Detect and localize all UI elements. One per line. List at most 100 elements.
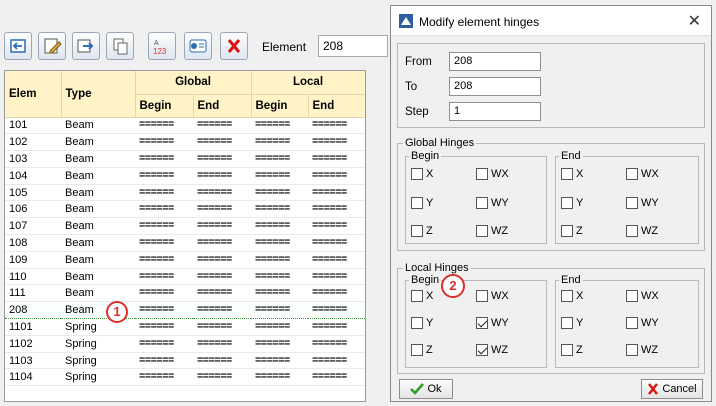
global-end-cell[interactable]: ====== xyxy=(193,200,251,219)
global-begin-cell[interactable]: ====== xyxy=(135,150,193,168)
step-field[interactable]: 1 xyxy=(449,102,541,121)
copy-icon[interactable] xyxy=(106,32,134,60)
global-end-cell[interactable]: ====== xyxy=(193,268,251,286)
global-end-cell[interactable]: ====== xyxy=(193,117,251,135)
local-end-cell[interactable]: ====== xyxy=(308,251,365,269)
hinges-grid[interactable]: Elem Type Global Local Begin End Begin E… xyxy=(4,70,366,402)
global-end-wy-checkbox[interactable]: WY xyxy=(626,197,659,209)
table-row[interactable]: 111 Beam ====== ====== ====== ====== xyxy=(5,284,365,303)
col-header-global-end[interactable]: End xyxy=(193,94,252,118)
local-begin-cell[interactable]: ====== xyxy=(251,117,308,135)
global-end-cell[interactable]: ====== xyxy=(193,133,251,152)
local-begin-cell[interactable]: ====== xyxy=(251,352,308,370)
local-end-cell[interactable]: ====== xyxy=(308,184,365,202)
local-begin-cell[interactable]: ====== xyxy=(251,268,308,286)
table-row[interactable]: 101 Beam ====== ====== ====== ====== xyxy=(5,117,365,135)
local-end-cell[interactable]: ====== xyxy=(308,352,365,370)
global-end-z-checkbox[interactable]: Z xyxy=(561,225,583,237)
global-end-cell[interactable]: ====== xyxy=(193,284,251,303)
global-end-cell[interactable]: ====== xyxy=(193,301,251,320)
local-begin-wz-checkbox[interactable]: WZ xyxy=(476,344,508,356)
global-begin-wz-checkbox[interactable]: WZ xyxy=(476,225,508,237)
global-begin-cell[interactable]: ====== xyxy=(135,133,193,152)
global-end-cell[interactable]: ====== xyxy=(193,167,251,185)
local-end-cell[interactable]: ====== xyxy=(308,284,365,303)
table-row[interactable]: 1102 Spring ====== ====== ====== ====== xyxy=(5,335,365,353)
local-end-cell[interactable]: ====== xyxy=(308,368,365,387)
table-row[interactable]: 102 Beam ====== ====== ====== ====== xyxy=(5,133,365,152)
table-row[interactable]: 105 Beam ====== ====== ====== ====== xyxy=(5,184,365,202)
global-end-wx-checkbox[interactable]: WX xyxy=(626,168,659,180)
local-end-cell[interactable]: ====== xyxy=(308,318,365,336)
global-begin-x-checkbox[interactable]: X xyxy=(411,168,433,180)
element-input[interactable] xyxy=(318,35,388,57)
checkbox-box[interactable] xyxy=(411,168,423,180)
local-begin-cell[interactable]: ====== xyxy=(251,217,308,236)
col-header-local-begin[interactable]: Begin xyxy=(251,94,309,118)
local-end-z-checkbox[interactable]: Z xyxy=(561,344,583,356)
local-begin-wy-checkbox[interactable]: WY xyxy=(476,317,509,329)
global-begin-cell[interactable]: ====== xyxy=(135,251,193,269)
local-end-cell[interactable]: ====== xyxy=(308,133,365,152)
global-begin-cell[interactable]: ====== xyxy=(135,184,193,202)
col-header-elem[interactable]: Elem xyxy=(5,71,62,118)
from-field[interactable]: 208 xyxy=(449,52,541,71)
local-begin-wx-checkbox[interactable]: WX xyxy=(476,290,509,302)
checkbox-box[interactable] xyxy=(561,197,573,209)
checkbox-box[interactable] xyxy=(476,225,488,237)
checkbox-box[interactable] xyxy=(561,225,573,237)
global-end-cell[interactable]: ====== xyxy=(193,150,251,168)
checkbox-box[interactable] xyxy=(411,317,423,329)
checkbox-box[interactable] xyxy=(476,290,488,302)
global-end-cell[interactable]: ====== xyxy=(193,234,251,252)
global-begin-cell[interactable]: ====== xyxy=(135,318,193,336)
global-end-cell[interactable]: ====== xyxy=(193,352,251,370)
checkbox-box[interactable] xyxy=(626,317,638,329)
local-end-x-checkbox[interactable]: X xyxy=(561,290,583,302)
local-end-cell[interactable]: ====== xyxy=(308,167,365,185)
table-row[interactable]: 1101 Spring ====== ====== ====== ====== xyxy=(5,318,365,336)
checkbox-box[interactable] xyxy=(561,344,573,356)
global-end-cell[interactable]: ====== xyxy=(193,251,251,269)
global-begin-y-checkbox[interactable]: Y xyxy=(411,197,433,209)
checkbox-box[interactable] xyxy=(411,290,423,302)
checkbox-box[interactable] xyxy=(626,344,638,356)
global-begin-cell[interactable]: ====== xyxy=(135,368,193,387)
global-end-cell[interactable]: ====== xyxy=(193,368,251,387)
global-begin-z-checkbox[interactable]: Z xyxy=(411,225,433,237)
local-end-y-checkbox[interactable]: Y xyxy=(561,317,583,329)
global-begin-wy-checkbox[interactable]: WY xyxy=(476,197,509,209)
open-icon[interactable] xyxy=(4,32,32,60)
checkbox-box[interactable] xyxy=(626,197,638,209)
local-begin-cell[interactable]: ====== xyxy=(251,284,308,303)
global-begin-wx-checkbox[interactable]: WX xyxy=(476,168,509,180)
table-row[interactable]: 1103 Spring ====== ====== ====== ====== xyxy=(5,352,365,370)
checkbox-box[interactable] xyxy=(476,168,488,180)
global-end-cell[interactable]: ====== xyxy=(193,318,251,336)
table-row[interactable]: 104 Beam ====== ====== ====== ====== xyxy=(5,167,365,185)
local-begin-cell[interactable]: ====== xyxy=(251,150,308,168)
local-end-cell[interactable]: ====== xyxy=(308,335,365,353)
local-end-cell[interactable]: ====== xyxy=(308,200,365,219)
global-end-cell[interactable]: ====== xyxy=(193,335,251,353)
local-begin-cell[interactable]: ====== xyxy=(251,200,308,219)
global-begin-cell[interactable]: ====== xyxy=(135,234,193,252)
local-begin-cell[interactable]: ====== xyxy=(251,335,308,353)
local-begin-y-checkbox[interactable]: Y xyxy=(411,317,433,329)
local-end-cell[interactable]: ====== xyxy=(308,268,365,286)
local-begin-cell[interactable]: ====== xyxy=(251,251,308,269)
delete-icon[interactable] xyxy=(220,32,248,60)
global-begin-cell[interactable]: ====== xyxy=(135,117,193,135)
cancel-button[interactable]: Cancel xyxy=(641,379,703,399)
global-begin-cell[interactable]: ====== xyxy=(135,167,193,185)
table-row[interactable]: 208 Beam ====== ====== ====== ====== xyxy=(5,301,365,320)
global-end-cell[interactable]: ====== xyxy=(193,217,251,236)
checkbox-box[interactable] xyxy=(411,197,423,209)
text-number-icon[interactable]: A 123 xyxy=(148,32,176,60)
table-row[interactable]: 109 Beam ====== ====== ====== ====== xyxy=(5,251,365,269)
local-end-wx-checkbox[interactable]: WX xyxy=(626,290,659,302)
global-end-cell[interactable]: ====== xyxy=(193,184,251,202)
global-begin-cell[interactable]: ====== xyxy=(135,352,193,370)
local-begin-cell[interactable]: ====== xyxy=(251,318,308,336)
local-begin-cell[interactable]: ====== xyxy=(251,234,308,252)
